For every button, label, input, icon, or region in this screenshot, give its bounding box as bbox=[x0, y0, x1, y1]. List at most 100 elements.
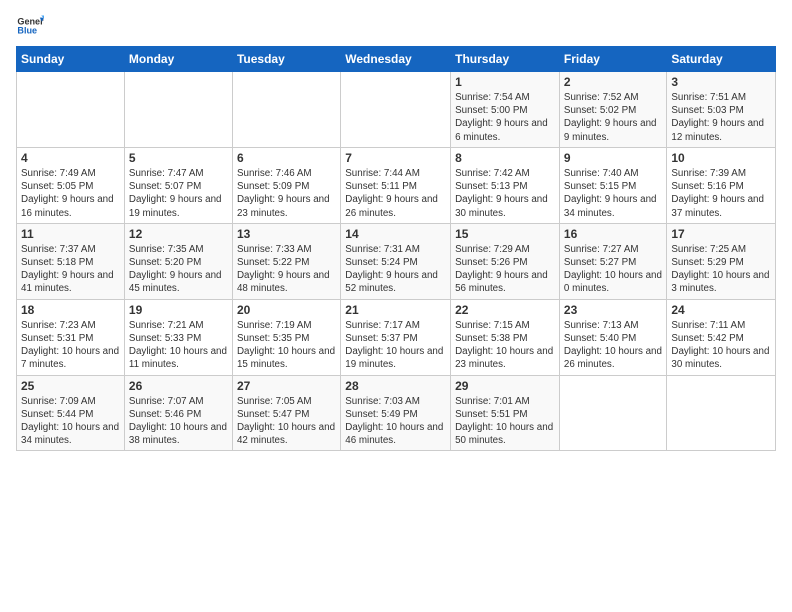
day-info: Sunrise: 7:54 AM Sunset: 5:00 PM Dayligh… bbox=[455, 91, 555, 144]
day-info: Sunrise: 7:15 AM Sunset: 5:38 PM Dayligh… bbox=[455, 319, 555, 372]
header: General Blue bbox=[16, 12, 776, 40]
day-info: Sunrise: 7:29 AM Sunset: 5:26 PM Dayligh… bbox=[455, 243, 555, 296]
day-number: 10 bbox=[671, 151, 771, 165]
day-number: 18 bbox=[21, 303, 120, 317]
day-info: Sunrise: 7:33 AM Sunset: 5:22 PM Dayligh… bbox=[237, 243, 336, 296]
calendar-cell bbox=[667, 375, 776, 451]
calendar-cell: 25 Sunrise: 7:09 AM Sunset: 5:44 PM Dayli… bbox=[17, 375, 125, 451]
day-info: Sunrise: 7:39 AM Sunset: 5:16 PM Dayligh… bbox=[671, 167, 771, 220]
calendar-cell: 22 Sunrise: 7:15 AM Sunset: 5:38 PM Dayli… bbox=[451, 299, 560, 375]
day-number: 7 bbox=[345, 151, 446, 165]
day-info: Sunrise: 7:31 AM Sunset: 5:24 PM Dayligh… bbox=[345, 243, 446, 296]
weekday-header: Monday bbox=[124, 47, 232, 72]
calendar-cell bbox=[341, 72, 451, 148]
day-info: Sunrise: 7:23 AM Sunset: 5:31 PM Dayligh… bbox=[21, 319, 120, 372]
calendar-cell: 6 Sunrise: 7:46 AM Sunset: 5:09 PM Daylig… bbox=[232, 147, 340, 223]
day-number: 24 bbox=[671, 303, 771, 317]
weekday-header: Sunday bbox=[17, 47, 125, 72]
day-info: Sunrise: 7:51 AM Sunset: 5:03 PM Dayligh… bbox=[671, 91, 771, 144]
calendar-cell bbox=[124, 72, 232, 148]
calendar-cell: 20 Sunrise: 7:19 AM Sunset: 5:35 PM Dayli… bbox=[232, 299, 340, 375]
day-info: Sunrise: 7:25 AM Sunset: 5:29 PM Dayligh… bbox=[671, 243, 771, 296]
calendar-cell: 3 Sunrise: 7:51 AM Sunset: 5:03 PM Daylig… bbox=[667, 72, 776, 148]
day-info: Sunrise: 7:05 AM Sunset: 5:47 PM Dayligh… bbox=[237, 395, 336, 448]
day-number: 16 bbox=[564, 227, 662, 241]
day-number: 21 bbox=[345, 303, 446, 317]
day-number: 13 bbox=[237, 227, 336, 241]
day-info: Sunrise: 7:42 AM Sunset: 5:13 PM Dayligh… bbox=[455, 167, 555, 220]
day-info: Sunrise: 7:44 AM Sunset: 5:11 PM Dayligh… bbox=[345, 167, 446, 220]
calendar-cell: 12 Sunrise: 7:35 AM Sunset: 5:20 PM Dayli… bbox=[124, 223, 232, 299]
calendar-cell: 8 Sunrise: 7:42 AM Sunset: 5:13 PM Daylig… bbox=[451, 147, 560, 223]
calendar-cell: 18 Sunrise: 7:23 AM Sunset: 5:31 PM Dayli… bbox=[17, 299, 125, 375]
calendar-cell: 10 Sunrise: 7:39 AM Sunset: 5:16 PM Dayli… bbox=[667, 147, 776, 223]
day-number: 28 bbox=[345, 379, 446, 393]
calendar-cell bbox=[232, 72, 340, 148]
calendar-cell: 1 Sunrise: 7:54 AM Sunset: 5:00 PM Daylig… bbox=[451, 72, 560, 148]
calendar-cell: 21 Sunrise: 7:17 AM Sunset: 5:37 PM Dayli… bbox=[341, 299, 451, 375]
calendar-cell: 28 Sunrise: 7:03 AM Sunset: 5:49 PM Dayli… bbox=[341, 375, 451, 451]
calendar-week-row: 4Sunrise: 7:49 AM Sunset: 5:05 PM Daylig… bbox=[17, 147, 776, 223]
calendar-week-row: 25 Sunrise: 7:09 AM Sunset: 5:44 PM Dayli… bbox=[17, 375, 776, 451]
calendar-cell: 9 Sunrise: 7:40 AM Sunset: 5:15 PM Daylig… bbox=[559, 147, 666, 223]
calendar-cell: 16 Sunrise: 7:27 AM Sunset: 5:27 PM Dayli… bbox=[559, 223, 666, 299]
calendar-cell: 7 Sunrise: 7:44 AM Sunset: 5:11 PM Daylig… bbox=[341, 147, 451, 223]
day-number: 9 bbox=[564, 151, 662, 165]
calendar-cell: 4Sunrise: 7:49 AM Sunset: 5:05 PM Daylig… bbox=[17, 147, 125, 223]
calendar-cell: 5 Sunrise: 7:47 AM Sunset: 5:07 PM Daylig… bbox=[124, 147, 232, 223]
calendar-cell: 13 Sunrise: 7:33 AM Sunset: 5:22 PM Dayli… bbox=[232, 223, 340, 299]
day-number: 14 bbox=[345, 227, 446, 241]
day-info: Sunrise: 7:13 AM Sunset: 5:40 PM Dayligh… bbox=[564, 319, 662, 372]
day-info: Sunrise: 7:47 AM Sunset: 5:07 PM Dayligh… bbox=[129, 167, 228, 220]
calendar-cell: 15 Sunrise: 7:29 AM Sunset: 5:26 PM Dayli… bbox=[451, 223, 560, 299]
weekday-header: Saturday bbox=[667, 47, 776, 72]
day-info: Sunrise: 7:52 AM Sunset: 5:02 PM Dayligh… bbox=[564, 91, 662, 144]
calendar-cell bbox=[559, 375, 666, 451]
day-number: 23 bbox=[564, 303, 662, 317]
calendar-cell: 19Sunrise: 7:21 AM Sunset: 5:33 PM Dayli… bbox=[124, 299, 232, 375]
day-number: 1 bbox=[455, 75, 555, 89]
day-info: Sunrise: 7:40 AM Sunset: 5:15 PM Dayligh… bbox=[564, 167, 662, 220]
calendar-table: SundayMondayTuesdayWednesdayThursdayFrid… bbox=[16, 46, 776, 451]
day-number: 25 bbox=[21, 379, 120, 393]
calendar-cell: 27Sunrise: 7:05 AM Sunset: 5:47 PM Dayli… bbox=[232, 375, 340, 451]
day-info: Sunrise: 7:19 AM Sunset: 5:35 PM Dayligh… bbox=[237, 319, 336, 372]
day-info: Sunrise: 7:09 AM Sunset: 5:44 PM Dayligh… bbox=[21, 395, 120, 448]
day-number: 15 bbox=[455, 227, 555, 241]
day-number: 6 bbox=[237, 151, 336, 165]
calendar-cell: 26Sunrise: 7:07 AM Sunset: 5:46 PM Dayli… bbox=[124, 375, 232, 451]
weekday-header: Wednesday bbox=[341, 47, 451, 72]
day-info: Sunrise: 7:21 AM Sunset: 5:33 PM Dayligh… bbox=[129, 319, 228, 372]
calendar-cell: 24 Sunrise: 7:11 AM Sunset: 5:42 PM Dayli… bbox=[667, 299, 776, 375]
calendar-cell: 23 Sunrise: 7:13 AM Sunset: 5:40 PM Dayli… bbox=[559, 299, 666, 375]
day-number: 4 bbox=[21, 151, 120, 165]
weekday-header: Thursday bbox=[451, 47, 560, 72]
logo-icon: General Blue bbox=[16, 12, 44, 40]
day-info: Sunrise: 7:11 AM Sunset: 5:42 PM Dayligh… bbox=[671, 319, 771, 372]
day-number: 3 bbox=[671, 75, 771, 89]
calendar-week-row: 18 Sunrise: 7:23 AM Sunset: 5:31 PM Dayli… bbox=[17, 299, 776, 375]
day-number: 8 bbox=[455, 151, 555, 165]
day-info: Sunrise: 7:03 AM Sunset: 5:49 PM Dayligh… bbox=[345, 395, 446, 448]
day-number: 5 bbox=[129, 151, 228, 165]
weekday-header: Friday bbox=[559, 47, 666, 72]
calendar-cell: 11 Sunrise: 7:37 AM Sunset: 5:18 PM Dayli… bbox=[17, 223, 125, 299]
calendar-cell: 29Sunrise: 7:01 AM Sunset: 5:51 PM Dayli… bbox=[451, 375, 560, 451]
calendar-cell: 17Sunrise: 7:25 AM Sunset: 5:29 PM Dayli… bbox=[667, 223, 776, 299]
calendar-cell bbox=[17, 72, 125, 148]
page-container: General Blue SundayMondayTuesdayWednesda… bbox=[0, 0, 792, 459]
day-info: Sunrise: 7:17 AM Sunset: 5:37 PM Dayligh… bbox=[345, 319, 446, 372]
day-info: Sunrise: 7:37 AM Sunset: 5:18 PM Dayligh… bbox=[21, 243, 120, 296]
svg-text:Blue: Blue bbox=[17, 26, 37, 36]
day-info: Sunrise: 7:35 AM Sunset: 5:20 PM Dayligh… bbox=[129, 243, 228, 296]
day-number: 12 bbox=[129, 227, 228, 241]
calendar-cell: 2Sunrise: 7:52 AM Sunset: 5:02 PM Daylig… bbox=[559, 72, 666, 148]
day-number: 11 bbox=[21, 227, 120, 241]
day-info: Sunrise: 7:27 AM Sunset: 5:27 PM Dayligh… bbox=[564, 243, 662, 296]
day-number: 20 bbox=[237, 303, 336, 317]
weekday-header: Tuesday bbox=[232, 47, 340, 72]
calendar-week-row: 1 Sunrise: 7:54 AM Sunset: 5:00 PM Daylig… bbox=[17, 72, 776, 148]
day-info: Sunrise: 7:46 AM Sunset: 5:09 PM Dayligh… bbox=[237, 167, 336, 220]
day-number: 22 bbox=[455, 303, 555, 317]
calendar-cell: 14 Sunrise: 7:31 AM Sunset: 5:24 PM Dayli… bbox=[341, 223, 451, 299]
